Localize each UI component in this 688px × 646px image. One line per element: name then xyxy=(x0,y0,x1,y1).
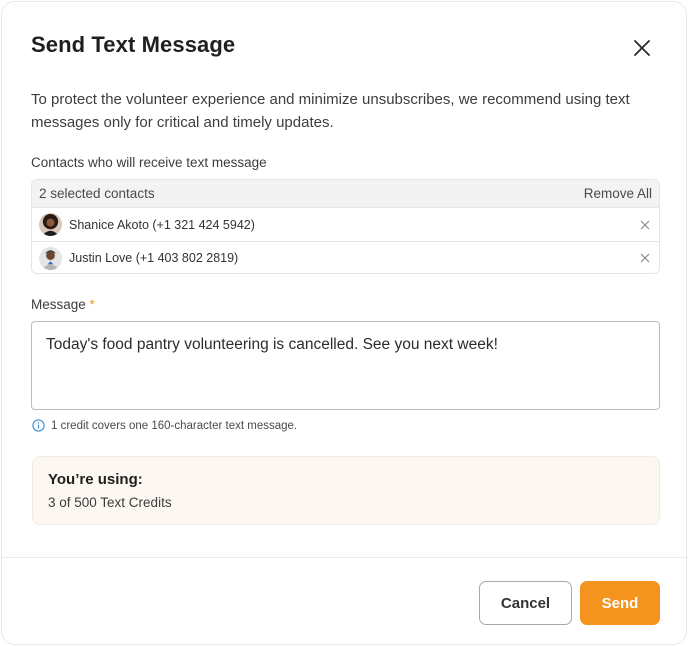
info-icon xyxy=(32,419,45,432)
close-icon xyxy=(634,40,650,56)
credits-usage: 3 of 500 Text Credits xyxy=(48,495,172,510)
contacts-header: 2 selected contacts Remove All xyxy=(32,180,659,208)
message-input[interactable]: Today's food pantry volunteering is canc… xyxy=(31,321,660,410)
credits-title: You’re using: xyxy=(48,471,143,488)
credits-panel: You’re using: 3 of 500 Text Credits xyxy=(32,456,660,525)
close-button[interactable] xyxy=(630,36,654,60)
contact-name: Shanice Akoto (+1 321 424 5942) xyxy=(69,217,255,232)
message-label: Message * xyxy=(31,297,95,312)
remove-all-button[interactable]: Remove All xyxy=(584,186,652,201)
send-text-dialog: Send Text Message To protect the volunte… xyxy=(1,1,688,645)
remove-contact-button[interactable] xyxy=(639,219,651,231)
avatar xyxy=(39,246,62,270)
credit-hint: 1 credit covers one 160-character text m… xyxy=(32,419,297,432)
remove-contact-button[interactable] xyxy=(639,252,651,264)
avatar xyxy=(39,213,62,236)
send-button[interactable]: Send xyxy=(580,581,660,625)
dialog-title: Send Text Message xyxy=(31,32,236,57)
contacts-label: Contacts who will receive text message xyxy=(31,155,267,170)
contact-row: Justin Love (+1 403 802 2819) xyxy=(32,241,659,273)
intro-text: To protect the volunteer experience and … xyxy=(31,91,630,131)
close-icon xyxy=(640,220,650,229)
credit-hint-text: 1 credit covers one 160-character text m… xyxy=(51,419,298,432)
selected-count: 2 selected contacts xyxy=(39,186,155,201)
contact-name: Justin Love (+1 403 802 2819) xyxy=(69,251,239,265)
message-label-text: Message xyxy=(31,297,86,312)
cancel-button[interactable]: Cancel xyxy=(479,581,572,625)
contact-row: Shanice Akoto (+1 321 424 5942) xyxy=(32,208,659,241)
close-icon xyxy=(640,253,650,263)
footer-divider xyxy=(2,557,688,558)
contacts-list: 2 selected contacts Remove All Shanice A… xyxy=(31,179,660,274)
required-marker: * xyxy=(89,297,95,312)
